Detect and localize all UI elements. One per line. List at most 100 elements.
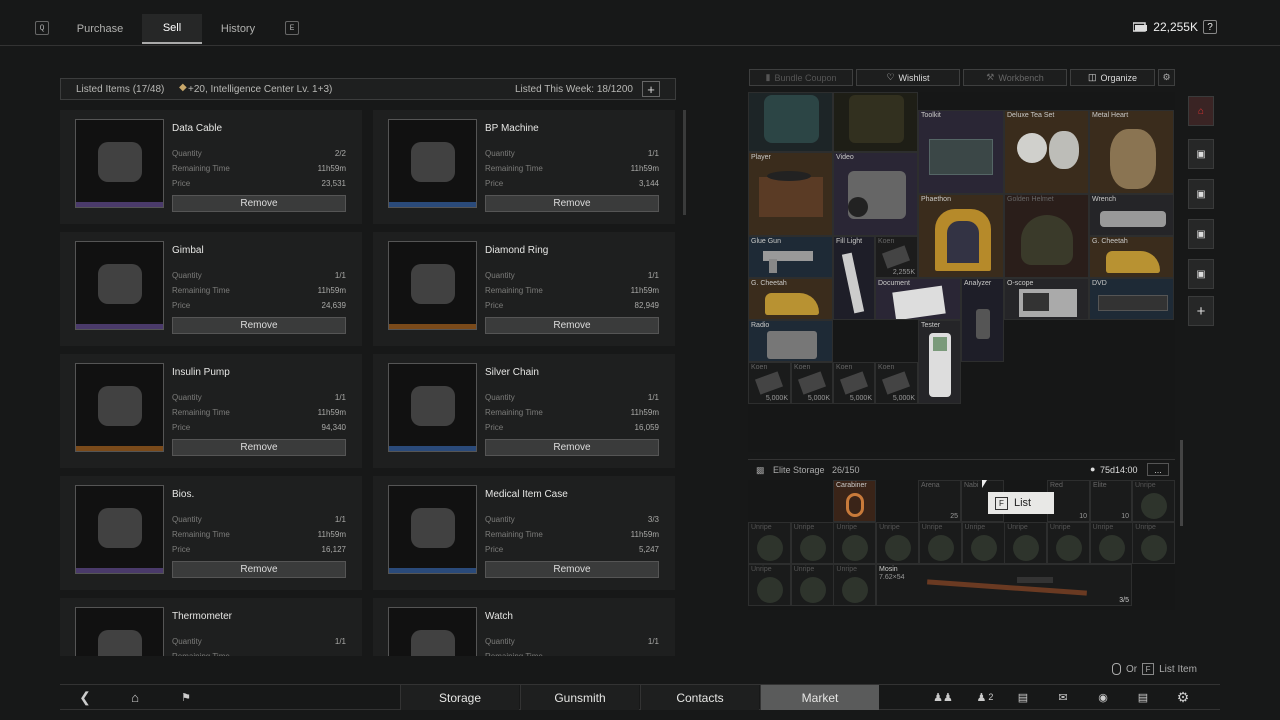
listing-card[interactable]: Bios. Quantity 1/1 Remaining Time 11h59m…	[60, 476, 362, 590]
listing-card[interactable]: Silver Chain Quantity 1/1 Remaining Time…	[373, 354, 675, 468]
back-button[interactable]: ❮	[72, 689, 98, 705]
elite-item-unripe[interactable]: Unripe	[790, 564, 834, 606]
plus-icon: +	[1196, 302, 1206, 320]
elite-item-unripe[interactable]: Unripe	[1132, 522, 1175, 564]
tab-purchase[interactable]: Purchase	[62, 14, 138, 44]
stash-item-canister[interactable]	[748, 92, 833, 152]
stash-item-koen-4[interactable]: Koen 5,000K	[875, 362, 918, 404]
side-button-storage-2[interactable]: ▣	[1188, 179, 1214, 209]
home-button[interactable]: ⌂	[122, 689, 148, 705]
listing-card[interactable]: Watch Quantity 1/1 Remaining Time Price …	[373, 598, 675, 656]
quantity-label: Quantity	[172, 393, 202, 402]
stash-item-armor[interactable]	[833, 92, 918, 152]
elite-item-unripe[interactable]: Unripe	[1004, 522, 1048, 564]
remove-button[interactable]: Remove	[172, 561, 346, 578]
tab-market[interactable]: Market	[760, 685, 879, 710]
chat-button[interactable]: ▤	[1010, 689, 1036, 705]
remove-button[interactable]: Remove	[485, 561, 659, 578]
listing-card[interactable]: Medical Item Case Quantity 3/3 Remaining…	[373, 476, 675, 590]
tab-organize[interactable]: ◫ Organize	[1070, 69, 1155, 86]
price-value: 3,144	[638, 179, 659, 188]
elite-item-carabiner[interactable]: Carabiner	[833, 480, 876, 522]
tab-wishlist[interactable]: ♡ Wishlist	[856, 69, 960, 86]
elite-item-unripe[interactable]: Unripe	[876, 522, 920, 564]
stash-item-g-cheetah-2[interactable]: G. Cheetah	[748, 278, 833, 320]
side-button-add[interactable]: +	[1188, 296, 1214, 326]
stash-item-toolkit[interactable]: Toolkit	[918, 110, 1004, 194]
stash-item-glue-gun[interactable]: Glue Gun	[748, 236, 833, 278]
tab-workbench[interactable]: ⚒ Workbench	[963, 69, 1067, 86]
stash-settings-button[interactable]: ⚙	[1158, 69, 1175, 86]
stash-item-golden-helmet[interactable]: Golden Helmet	[1004, 194, 1089, 278]
elite-item-arena[interactable]: Arena 25	[918, 480, 961, 522]
stash-item-o-scope[interactable]: O-scope	[1004, 278, 1089, 320]
stash-item-koen[interactable]: Koen 2,255K	[875, 236, 918, 278]
side-button-storage-4[interactable]: ▣	[1188, 259, 1214, 289]
fruit-icon	[885, 535, 912, 561]
tab-history[interactable]: History	[206, 14, 270, 44]
tab-bundle-coupon[interactable]: ▮ Bundle Coupon	[749, 69, 853, 86]
tab-storage[interactable]: Storage	[400, 685, 519, 710]
remove-button[interactable]: Remove	[172, 317, 346, 334]
players-button[interactable]: ♟ 2	[972, 689, 998, 705]
log-button[interactable]: ▤	[1130, 689, 1156, 705]
listing-card[interactable]: BP Machine Quantity 1/1 Remaining Time 1…	[373, 110, 675, 224]
tab-gunsmith[interactable]: Gunsmith	[520, 685, 639, 710]
tab-contacts[interactable]: Contacts	[640, 685, 759, 710]
store-button[interactable]: ◉	[1090, 689, 1116, 705]
stash-item-koen-2[interactable]: Koen 5,000K	[791, 362, 833, 404]
stash-item-wrench[interactable]: Wrench	[1089, 194, 1174, 236]
elite-storage-more-button[interactable]: ...	[1147, 463, 1169, 476]
settings-button[interactable]: ⚙	[1170, 689, 1196, 705]
stash-item-radio[interactable]: Radio	[748, 320, 833, 362]
flag-button[interactable]: ⚑	[173, 689, 199, 705]
side-button-storage-3[interactable]: ▣	[1188, 219, 1214, 249]
stash-item-metal-heart[interactable]: Metal Heart	[1089, 110, 1174, 194]
elite-item-elite[interactable]: Elite 10	[1090, 480, 1132, 522]
listing-card[interactable]: Diamond Ring Quantity 1/1 Remaining Time…	[373, 232, 675, 346]
stash-scrollbar[interactable]	[1180, 440, 1183, 526]
remove-button[interactable]: Remove	[485, 195, 659, 212]
side-button-storage-1[interactable]: ▣	[1188, 139, 1214, 169]
stash-item-koen-1[interactable]: Koen 5,000K	[748, 362, 791, 404]
add-listing-button[interactable]: +	[642, 81, 660, 97]
stash-item-deluxe-tea-set[interactable]: Deluxe Tea Set	[1004, 110, 1089, 194]
side-button-home[interactable]: ⌂	[1188, 96, 1214, 126]
elite-item-mosin[interactable]: Mosin 7.62×54 3/5	[876, 564, 1132, 606]
elite-item-unripe[interactable]: Unripe	[790, 522, 834, 564]
remove-button[interactable]: Remove	[485, 439, 659, 456]
remove-button[interactable]: Remove	[172, 195, 346, 212]
elite-item-unripe[interactable]: Unripe	[961, 522, 1005, 564]
elite-item-unripe[interactable]: Unripe	[918, 522, 962, 564]
stash-item-video[interactable]: Video	[833, 152, 918, 236]
listing-card[interactable]: Insulin Pump Quantity 1/1 Remaining Time…	[60, 354, 362, 468]
stash-item-fill-light[interactable]: Fill Light	[833, 236, 875, 320]
remove-button[interactable]: Remove	[172, 439, 346, 456]
stash-item-phaethon[interactable]: Phaethon	[918, 194, 1004, 278]
elite-item-unripe[interactable]: Unripe	[748, 522, 791, 564]
listings-scrollbar[interactable]	[683, 110, 686, 215]
stash-item-g-cheetah[interactable]: G. Cheetah	[1089, 236, 1174, 278]
list-tooltip[interactable]: F List	[988, 492, 1054, 514]
mail-button[interactable]: ✉	[1050, 689, 1076, 705]
listing-card[interactable]: Data Cable Quantity 2/2 Remaining Time 1…	[60, 110, 362, 224]
stash-item-tester[interactable]: Tester	[918, 320, 961, 404]
stash-item-analyzer[interactable]: Analyzer	[961, 278, 1004, 362]
stash-item-player[interactable]: Player	[748, 152, 833, 236]
remove-button[interactable]: Remove	[485, 317, 659, 334]
elite-item-unripe[interactable]: Unripe	[1046, 522, 1090, 564]
listing-card[interactable]: Gimbal Quantity 1/1 Remaining Time 11h59…	[60, 232, 362, 346]
elite-item-unripe[interactable]: Unripe	[833, 564, 877, 606]
stash-item-dvd[interactable]: DVD	[1089, 278, 1174, 320]
elite-item-unripe[interactable]: Unripe	[1089, 522, 1133, 564]
elite-item-unripe[interactable]: Unripe	[833, 522, 877, 564]
item-image	[411, 142, 455, 182]
tab-sell[interactable]: Sell	[142, 14, 202, 44]
stash-item-koen-3[interactable]: Koen 5,000K	[833, 362, 875, 404]
listing-card[interactable]: Thermometer Quantity 1/1 Remaining Time …	[60, 598, 362, 656]
help-button[interactable]: ?	[1203, 20, 1217, 34]
stash-item-document[interactable]: Document	[875, 278, 961, 320]
squad-button[interactable]: ♟♟	[930, 689, 956, 705]
elite-item-unripe[interactable]: Unripe	[748, 564, 791, 606]
elite-item-unripe[interactable]: Unripe	[1132, 480, 1175, 522]
